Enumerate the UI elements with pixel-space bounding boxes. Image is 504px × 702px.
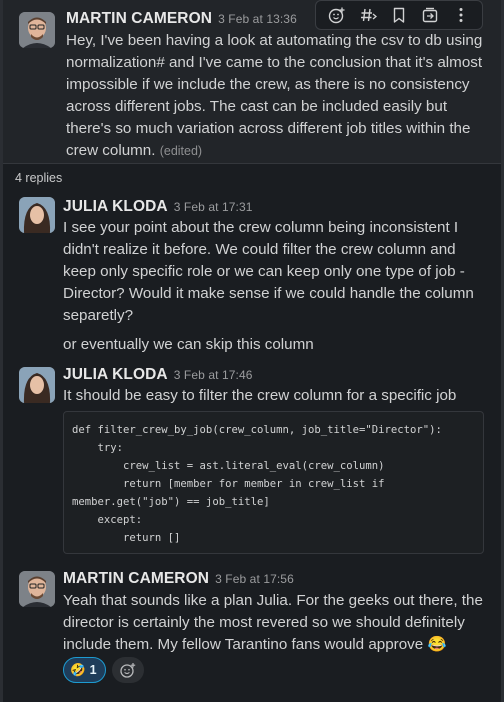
reactions-bar: 🤣 1 (63, 657, 144, 683)
message-text-block: Yeah that sounds like a plan Julia. For … (63, 590, 491, 656)
hashtag-icon[interactable] (357, 4, 379, 26)
reaction-count: 1 (89, 663, 97, 677)
message-text: Yeah that sounds like a plan Julia. For … (63, 592, 483, 653)
author-name[interactable]: JULIA KLODA (63, 198, 168, 215)
avatar-martin-cameron[interactable] (19, 12, 55, 48)
message-text: Hey, I've been having a look at automati… (66, 32, 483, 159)
message-text: or eventually we can skip this column (63, 336, 314, 353)
avatar-julia-kloda[interactable] (19, 367, 55, 403)
reply-timestamp[interactable]: 3 Feb at 17:46 (174, 368, 253, 382)
parent-author[interactable]: MARTIN CAMERON 3 Feb at 13:36 (66, 10, 297, 28)
message-actions-toolbar (315, 0, 483, 30)
add-reaction-icon[interactable] (326, 4, 348, 26)
add-reaction-icon (119, 663, 135, 678)
parent-message-text: Hey, I've been having a look at automati… (66, 30, 494, 162)
replies-count: 4 replies (15, 171, 63, 185)
reply-timestamp[interactable]: 3 Feb at 17:31 (174, 200, 253, 214)
parent-timestamp[interactable]: 3 Feb at 13:36 (218, 12, 297, 26)
author-name[interactable]: JULIA KLODA (63, 366, 168, 383)
bookmark-icon[interactable] (388, 4, 410, 26)
forward-icon[interactable] (419, 4, 441, 26)
edited-label: (edited) (159, 144, 203, 158)
parent-message[interactable]: MARTIN CAMERON 3 Feb at 13:36 Hey, I've b… (3, 0, 501, 163)
reply-author[interactable]: JULIA KLODA 3 Feb at 17:31 (63, 198, 253, 216)
reply-author[interactable]: JULIA KLODA 3 Feb at 17:46 (63, 366, 253, 384)
replies-divider: 4 replies (3, 163, 501, 193)
more-icon[interactable] (450, 4, 472, 26)
add-reaction-button[interactable] (111, 657, 144, 683)
code-block: def filter_crew_by_job(crew_column, job_… (63, 411, 484, 554)
reply-author[interactable]: MARTIN CAMERON 3 Feb at 17:56 (63, 570, 294, 588)
author-name[interactable]: MARTIN CAMERON (63, 570, 209, 587)
avatar-julia-kloda[interactable] (19, 197, 55, 233)
message-text: I see your point about the crew column b… (63, 219, 474, 324)
reaction-emoji: 🤣 (70, 662, 86, 677)
avatar-martin-cameron[interactable] (19, 571, 55, 607)
laughing-emoji: 😂 (427, 636, 447, 653)
message-text: It should be easy to filter the crew col… (63, 387, 457, 404)
author-name[interactable]: MARTIN CAMERON (66, 10, 212, 27)
reaction-pill[interactable]: 🤣 1 (63, 657, 106, 683)
reply-timestamp[interactable]: 3 Feb at 17:56 (215, 572, 294, 586)
reply-message[interactable]: JULIA KLODA 3 Feb at 17:31 I see your poi… (0, 193, 500, 363)
